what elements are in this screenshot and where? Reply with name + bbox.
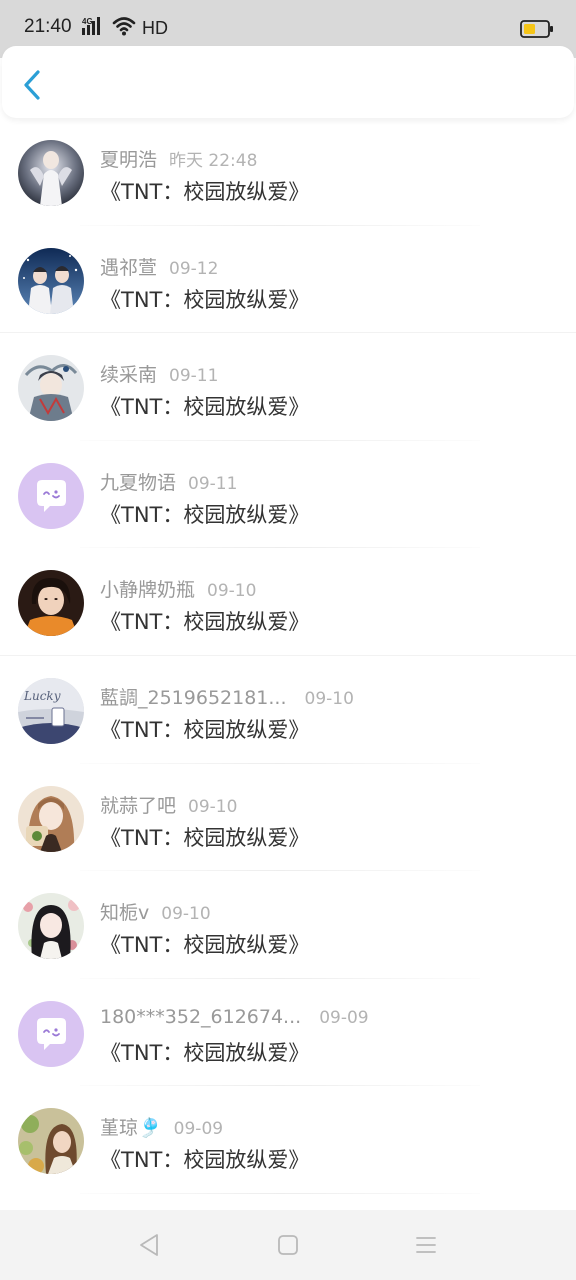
svg-text:Lucky: Lucky: [23, 689, 61, 703]
navigation-bar: [0, 1210, 576, 1280]
message-title: 《TNT：校园放纵爱》: [100, 180, 310, 204]
sender-name: 180***352_612674...: [100, 1005, 302, 1028]
avatar: [18, 140, 84, 206]
message-meta: 九夏物语 09-11: [100, 468, 237, 495]
sender-name: 九夏物语: [100, 471, 177, 494]
message-title: 《TNT：校园放纵爱》: [100, 717, 310, 742]
message-meta: 续采南 09-11: [100, 360, 218, 387]
default-chat-avatar-icon: [18, 462, 84, 529]
list-item[interactable]: 180***352_612674... 09-09 《TNT：校园放纵爱》: [0, 979, 576, 1087]
avatar: [18, 893, 84, 960]
hd-label: HD: [142, 17, 168, 38]
chevron-left-icon: [24, 70, 40, 100]
message-title: 《TNT：校园放纵爱》: [100, 610, 310, 635]
list-item[interactable]: 九夏物语 09-11 《TNT：校园放纵爱》: [0, 441, 576, 549]
triangle-back-icon: [140, 1234, 158, 1256]
message-meta: 小静牌奶瓶 09-10: [100, 575, 256, 602]
message-meta: 知栀v 09-10: [100, 898, 211, 925]
list-item[interactable]: Lucky 藍調_2519652181... 09-10 《TNT：校园放纵爱》: [0, 656, 576, 764]
avatar: [18, 570, 84, 637]
avatar: Lucky: [18, 677, 84, 744]
back-button[interactable]: [16, 68, 50, 102]
cellular-signal-icon: 4G: [82, 15, 106, 41]
message-title: 《TNT：校园放纵爱》: [100, 933, 310, 958]
nav-menu-button[interactable]: [413, 1232, 439, 1258]
message-time: 09-10: [304, 688, 354, 709]
message-meta: 夏明浩 昨天 22:48: [100, 145, 257, 172]
battery-icon: [520, 20, 554, 42]
list-item[interactable]: 知栀v 09-10 《TNT：校园放纵爱》: [0, 871, 576, 979]
message-meta: 堇琼🎐 09-09: [100, 1113, 223, 1140]
list-item[interactable]: 夏明浩 昨天 22:48 《TNT：校园放纵爱》: [0, 118, 576, 226]
menu-lines-icon: [416, 1237, 436, 1253]
message-title: 《TNT：校园放纵爱》: [100, 287, 310, 312]
message-meta: 藍調_2519652181... 09-10: [100, 683, 354, 710]
list-item[interactable]: 堇琼🎐 09-09 《TNT：校园放纵爱》: [0, 1086, 576, 1194]
message-time: 09-10: [161, 904, 211, 925]
list-item[interactable]: 小静牌奶瓶 09-10 《TNT：校园放纵爱》: [0, 548, 576, 656]
message-meta: 180***352_612674... 09-09: [100, 1006, 369, 1028]
message-meta: 就蒜了吧 09-10: [100, 791, 237, 818]
sender-name: 知栀v: [100, 902, 150, 925]
sender-name: 藍調_2519652181...: [100, 686, 287, 709]
message-title: 《TNT：校园放纵爱》: [100, 395, 310, 420]
status-time: 21:40: [24, 16, 72, 37]
message-title: 《TNT：校园放纵爱》: [100, 1148, 310, 1173]
message-time: 09-11: [169, 366, 219, 387]
message-list: 夏明浩 昨天 22:48 《TNT：校园放纵爱》 遇祁萱 09-12 《TNT：…: [0, 118, 576, 1194]
message-time: 昨天 22:48: [169, 151, 258, 171]
message-time: 09-12: [169, 258, 219, 279]
default-chat-avatar-icon: [18, 1000, 84, 1067]
sender-name: 续采南: [100, 364, 158, 387]
avatar: [18, 355, 84, 422]
sender-name: 夏明浩: [100, 149, 158, 171]
status-icons: 4G HD: [82, 16, 168, 40]
svg-text:4G: 4G: [82, 17, 93, 26]
wifi-icon: [112, 15, 136, 41]
message-time: 09-09: [319, 1007, 369, 1028]
message-time: 09-10: [207, 581, 257, 602]
list-item[interactable]: 就蒜了吧 09-10 《TNT：校园放纵爱》: [0, 764, 576, 872]
avatar: [18, 1108, 84, 1175]
message-title: 《TNT：校园放纵爱》: [100, 502, 310, 527]
avatar: [18, 785, 84, 852]
square-home-icon: [278, 1235, 298, 1255]
message-title: 《TNT：校园放纵爱》: [100, 825, 310, 850]
sender-name: 小静牌奶瓶: [100, 579, 196, 602]
nav-back-button[interactable]: [136, 1232, 162, 1258]
message-time: 09-10: [188, 796, 238, 817]
sender-name: 遇祁萱: [100, 256, 158, 279]
nav-home-button[interactable]: [275, 1232, 301, 1258]
sender-name: 就蒜了吧: [100, 794, 177, 817]
message-meta: 遇祁萱 09-12: [100, 253, 218, 280]
message-time: 09-09: [173, 1119, 224, 1140]
sender-name: 堇琼🎐: [100, 1117, 162, 1140]
message-title: 《TNT：校园放纵爱》: [100, 1040, 310, 1065]
list-item[interactable]: 遇祁萱 09-12 《TNT：校园放纵爱》: [0, 226, 576, 334]
avatar: [18, 247, 84, 314]
list-item[interactable]: 续采南 09-11 《TNT：校园放纵爱》: [0, 333, 576, 441]
header: [2, 46, 574, 118]
message-time: 09-11: [188, 473, 238, 494]
